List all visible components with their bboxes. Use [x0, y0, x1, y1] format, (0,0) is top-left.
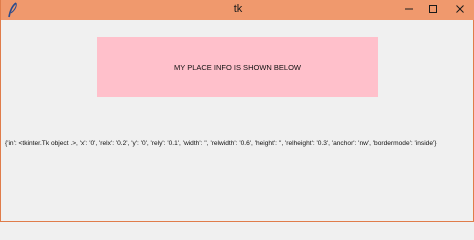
- maximize-icon: [428, 1, 438, 19]
- minimize-icon: [404, 1, 414, 19]
- placed-label-text: MY PLACE INFO IS SHOWN BELOW: [174, 62, 301, 72]
- app-window: tk MY PLACE INFO IS SHOWN BELOW {'in': <…: [0, 0, 474, 222]
- window-client-area: MY PLACE INFO IS SHOWN BELOW {'in': <tki…: [1, 20, 473, 221]
- close-button[interactable]: [445, 0, 474, 20]
- minimize-button[interactable]: [397, 0, 421, 20]
- title-bar[interactable]: tk: [1, 0, 474, 20]
- maximize-button[interactable]: [421, 0, 445, 20]
- placed-label: MY PLACE INFO IS SHOWN BELOW: [97, 37, 378, 97]
- place-info-text: {'in': <tkinter.Tk object .>, 'x': '0', …: [5, 140, 437, 147]
- close-icon: [455, 1, 465, 19]
- window-controls: [397, 0, 474, 20]
